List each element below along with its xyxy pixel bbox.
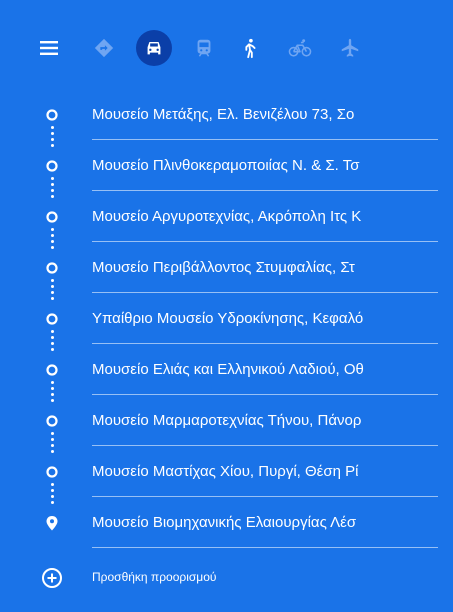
transit-icon: [197, 39, 211, 57]
waypoint-input[interactable]: Μουσείο Πλινθοκεραμοποιίας Ν. & Σ. Τσ: [92, 148, 438, 191]
waypoint-input[interactable]: Υπαίθριο Μουσείο Υδροκίνησης, Κεφαλό: [92, 301, 438, 344]
add-circle-icon[interactable]: [41, 567, 63, 589]
waypoint-row: Μουσείο Βιομηχανικής Ελαιουργίας Λέσ: [0, 505, 453, 556]
add-destination-button[interactable]: Προσθήκη προορισμού: [92, 569, 216, 585]
route-connector: [51, 483, 54, 507]
menu-icon[interactable]: [38, 36, 62, 60]
destination-pin-icon: [46, 516, 58, 531]
route-connector: [51, 228, 54, 252]
route-connector: [51, 330, 54, 354]
waypoint-row: Μουσείο Μαστίχας Χίου, Πυργί, Θέση Ρί: [0, 454, 453, 505]
waypoint-row: Μουσείο Ελιάς και Ελληνικού Λαδιού, Οθ: [0, 352, 453, 403]
travel-mode-bar: [0, 24, 453, 72]
waypoint-circle-icon: [46, 160, 58, 172]
waypoint-row: Μουσείο Περιβάλλοντος Στυμφαλίας, Στ: [0, 250, 453, 301]
mode-transit-button[interactable]: [186, 30, 222, 66]
walk-icon: [245, 38, 256, 59]
waypoint-list: Μουσείο Μετάξης, Ελ. Βενιζέλου 73, Σο Μο…: [0, 97, 453, 556]
add-destination-row[interactable]: Προσθήκη προορισμού: [0, 565, 453, 597]
waypoint-row: Μουσείο Μετάξης, Ελ. Βενιζέλου 73, Σο: [0, 97, 453, 148]
waypoint-circle-icon: [46, 262, 58, 274]
mode-best-button[interactable]: [86, 30, 122, 66]
route-connector: [51, 279, 54, 303]
waypoint-row: Υπαίθριο Μουσείο Υδροκίνησης, Κεφαλό: [0, 301, 453, 352]
waypoint-input[interactable]: Μουσείο Αργυροτεχνίας, Ακρόπολη Ιτς Κ: [92, 199, 438, 242]
waypoint-circle-icon: [46, 313, 58, 325]
waypoint-row: Μουσείο Αργυροτεχνίας, Ακρόπολη Ιτς Κ: [0, 199, 453, 250]
waypoint-input[interactable]: Μουσείο Περιβάλλοντος Στυμφαλίας, Στ: [92, 250, 438, 293]
directions-best-icon: [94, 38, 114, 58]
directions-panel: Μουσείο Μετάξης, Ελ. Βενιζέλου 73, Σο Μο…: [0, 0, 453, 612]
bicycle-icon: [288, 39, 312, 57]
waypoint-input[interactable]: Μουσείο Μετάξης, Ελ. Βενιζέλου 73, Σο: [92, 97, 438, 140]
route-connector: [51, 381, 54, 405]
waypoint-input[interactable]: Μουσείο Μαρμαροτεχνίας Τήνου, Πάνορ: [92, 403, 438, 446]
route-connector: [51, 126, 54, 150]
flight-icon: [341, 38, 359, 57]
route-connector: [51, 432, 54, 456]
waypoint-circle-icon: [46, 466, 58, 478]
mode-walking-button[interactable]: [232, 30, 268, 66]
waypoint-circle-icon: [46, 211, 58, 223]
waypoint-row: Μουσείο Μαρμαροτεχνίας Τήνου, Πάνορ: [0, 403, 453, 454]
mode-driving-button[interactable]: [136, 30, 172, 66]
waypoint-circle-icon: [46, 109, 58, 121]
mode-flight-button[interactable]: [332, 30, 368, 66]
waypoint-input[interactable]: Μουσείο Βιομηχανικής Ελαιουργίας Λέσ: [92, 505, 438, 548]
waypoint-input[interactable]: Μουσείο Ελιάς και Ελληνικού Λαδιού, Οθ: [92, 352, 438, 395]
waypoint-circle-icon: [46, 415, 58, 427]
waypoint-input[interactable]: Μουσείο Μαστίχας Χίου, Πυργί, Θέση Ρί: [92, 454, 438, 497]
route-connector: [51, 177, 54, 201]
mode-cycling-button[interactable]: [282, 30, 318, 66]
waypoint-row: Μουσείο Πλινθοκεραμοποιίας Ν. & Σ. Τσ: [0, 148, 453, 199]
waypoint-circle-icon: [46, 364, 58, 376]
car-icon: [147, 42, 161, 55]
